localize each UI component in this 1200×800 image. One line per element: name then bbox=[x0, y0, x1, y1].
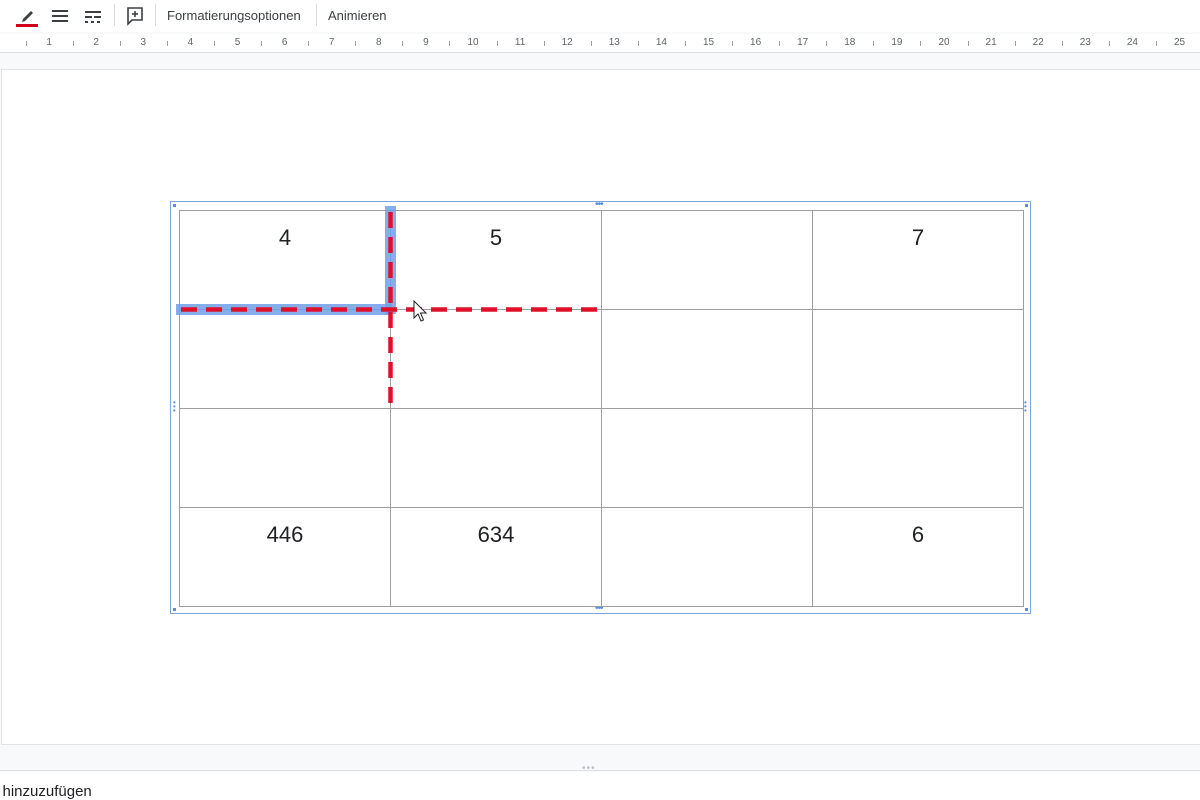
ruler-tick bbox=[1061, 41, 1063, 46]
ruler-number: 20 bbox=[938, 37, 950, 48]
ruler-tick bbox=[72, 41, 74, 46]
ruler-number: 8 bbox=[376, 37, 382, 48]
table-cell[interactable] bbox=[601, 210, 813, 310]
pencil-icon bbox=[16, 11, 38, 27]
table-cell[interactable] bbox=[601, 408, 813, 508]
ruler-number: 17 bbox=[797, 37, 809, 48]
table-cell[interactable]: 7 bbox=[812, 210, 1024, 310]
ruler-number: 9 bbox=[423, 37, 429, 48]
table-cell[interactable]: 6 bbox=[812, 507, 1024, 607]
toolbar: Formatierungsoptionen Animieren bbox=[0, 0, 1200, 32]
ruler-number: 18 bbox=[844, 37, 856, 48]
ruler-tick bbox=[967, 41, 969, 46]
animate-button[interactable]: Animieren bbox=[326, 4, 389, 28]
table-cell[interactable] bbox=[179, 309, 391, 409]
table-cell[interactable] bbox=[601, 309, 813, 409]
corner-handle-top-left[interactable] bbox=[173, 204, 176, 207]
ruler-tick bbox=[308, 41, 310, 46]
ruler-tick bbox=[1014, 41, 1016, 46]
speaker-notes-panel[interactable]: n hinzuzufügen bbox=[0, 772, 1200, 800]
ruler-tick bbox=[779, 41, 781, 46]
ruler-number: 23 bbox=[1079, 37, 1091, 48]
table-cell[interactable] bbox=[179, 408, 391, 508]
ruler-tick bbox=[826, 41, 828, 46]
border-weight-icon bbox=[52, 10, 68, 22]
toolbar-separator bbox=[155, 4, 156, 26]
toolbar-separator bbox=[316, 4, 317, 26]
ruler-number: 6 bbox=[281, 37, 288, 48]
corner-handle-bottom-left[interactable] bbox=[173, 608, 176, 611]
format-options-button[interactable]: Formatierungsoptionen bbox=[165, 4, 303, 28]
ruler-tick bbox=[590, 41, 592, 46]
ruler-number: 4 bbox=[187, 37, 194, 48]
ruler-number: 24 bbox=[1126, 37, 1138, 48]
ruler-tick bbox=[355, 41, 357, 46]
ruler-tick bbox=[496, 41, 498, 46]
border-dash-button[interactable] bbox=[79, 4, 107, 28]
data-table[interactable]: 4 5 7 446 634 6 bbox=[179, 210, 1024, 607]
ruler-tick bbox=[1155, 41, 1157, 46]
ruler-tick bbox=[732, 41, 734, 46]
toolbar-separator bbox=[114, 4, 115, 26]
border-color-button[interactable] bbox=[13, 4, 41, 28]
ruler-number: 15 bbox=[702, 37, 715, 48]
border-dash-icon bbox=[85, 11, 101, 23]
resize-handle-top[interactable]: ••• bbox=[595, 200, 603, 210]
ruler-tick bbox=[402, 41, 404, 46]
table-cell[interactable]: 446 bbox=[179, 507, 391, 607]
ruler-number: 7 bbox=[328, 37, 335, 48]
ruler-number: 2 bbox=[93, 37, 99, 48]
ruler-tick bbox=[920, 41, 922, 46]
ruler-tick bbox=[25, 41, 27, 46]
ruler-number: 5 bbox=[234, 37, 241, 48]
ruler-number: 21 bbox=[985, 37, 997, 48]
ruler-number: 1 bbox=[46, 37, 52, 48]
ruler-number: 12 bbox=[561, 37, 573, 48]
table-cell[interactable] bbox=[390, 309, 602, 409]
ruler-tick bbox=[1108, 41, 1110, 46]
divider bbox=[0, 770, 1200, 771]
ruler-tick bbox=[543, 41, 545, 46]
ruler-tick bbox=[873, 41, 875, 46]
table-cell[interactable]: 5 bbox=[390, 210, 602, 310]
ruler-number: 25 bbox=[1173, 37, 1186, 48]
corner-handle-bottom-right[interactable] bbox=[1025, 608, 1028, 611]
ruler-tick bbox=[119, 41, 121, 46]
ruler-tick bbox=[637, 41, 639, 46]
resize-handle-left[interactable]: • • • bbox=[173, 399, 176, 415]
table-cell[interactable]: 634 bbox=[390, 507, 602, 607]
ruler-number: 19 bbox=[891, 37, 903, 48]
table-cell[interactable] bbox=[390, 408, 602, 508]
resize-handle-right[interactable]: • • • bbox=[1024, 399, 1027, 415]
add-comment-button[interactable] bbox=[121, 4, 149, 28]
ruler-tick bbox=[261, 41, 263, 46]
table-row: 4 5 7 bbox=[179, 210, 1024, 310]
add-comment-icon bbox=[127, 7, 143, 26]
corner-handle-top-right[interactable] bbox=[1025, 204, 1028, 207]
table-row bbox=[179, 309, 1024, 409]
speaker-notes-placeholder: n hinzuzufügen bbox=[0, 783, 92, 800]
horizontal-ruler[interactable]: 1 2 3 4 5 6 7 8 9 10 11 12 13 14 15 16 17 18 19 20 21 22 23 24 2… bbox=[0, 34, 1200, 53]
table-row bbox=[179, 408, 1024, 508]
ruler-tick bbox=[166, 41, 168, 46]
table-cell[interactable]: 4 bbox=[179, 210, 391, 310]
table-row: 446 634 6 bbox=[179, 507, 1024, 607]
table-cell[interactable] bbox=[812, 309, 1024, 409]
ruler-number: 22 bbox=[1032, 37, 1044, 48]
ruler-number: 3 bbox=[140, 37, 147, 48]
ruler-number: 14 bbox=[655, 37, 667, 48]
table-cell[interactable] bbox=[601, 507, 813, 607]
ruler-tick bbox=[213, 41, 215, 46]
border-weight-button[interactable] bbox=[46, 4, 74, 28]
ruler-tick bbox=[684, 41, 686, 46]
ruler-number: 10 bbox=[467, 37, 479, 48]
ruler-number: 11 bbox=[514, 37, 526, 48]
table-cell[interactable] bbox=[812, 408, 1024, 508]
ruler-tick bbox=[449, 41, 451, 46]
ruler-number: 16 bbox=[750, 37, 762, 48]
ruler-number: 13 bbox=[608, 37, 620, 48]
